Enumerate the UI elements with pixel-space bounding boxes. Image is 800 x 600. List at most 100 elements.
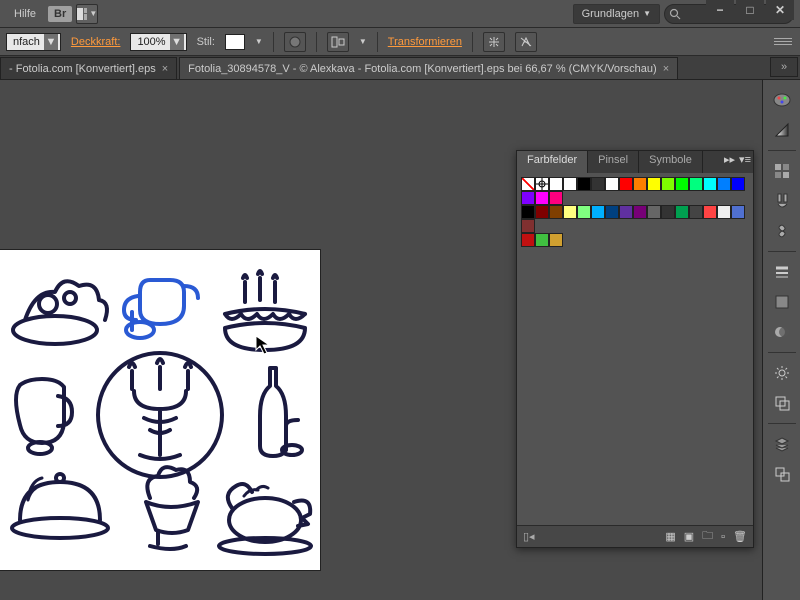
artboards-panel-button[interactable] xyxy=(767,460,797,488)
swatch-options-button[interactable]: ▣ xyxy=(684,530,694,543)
swatch-cell[interactable] xyxy=(549,205,563,219)
tab-brushes[interactable]: Pinsel xyxy=(588,151,639,173)
swatch-cell[interactable] xyxy=(675,177,689,191)
recolor-button[interactable] xyxy=(284,32,306,52)
swatch-cell[interactable] xyxy=(703,177,717,191)
swatch-cell[interactable] xyxy=(689,177,703,191)
swatch-cell[interactable] xyxy=(689,205,703,219)
artboard-icon xyxy=(774,466,790,482)
swatch-cell[interactable] xyxy=(591,205,605,219)
swatch-cell[interactable] xyxy=(549,233,563,247)
swatch-cell[interactable] xyxy=(549,177,563,191)
transform-button[interactable]: Transformieren xyxy=(388,36,462,48)
workspace-label: Grundlagen xyxy=(582,8,640,20)
align-panel-button[interactable] xyxy=(767,359,797,387)
swatch-cell[interactable] xyxy=(535,205,549,219)
align-button[interactable] xyxy=(327,32,349,52)
swatch-cell[interactable] xyxy=(703,205,717,219)
isolate-button[interactable] xyxy=(483,32,505,52)
swatch-cell[interactable] xyxy=(563,205,577,219)
new-group-button[interactable]: 🗀 xyxy=(702,527,713,546)
maximize-button[interactable]: □ xyxy=(736,0,764,20)
swatch-none[interactable] xyxy=(521,177,535,191)
fruit-icon xyxy=(13,281,107,344)
swatch-libraries-button[interactable]: ▯◂ xyxy=(523,530,535,543)
tab-swatches[interactable]: Farbfelder xyxy=(517,151,588,173)
transparency-panel-button[interactable] xyxy=(767,318,797,346)
tab-overflow-button[interactable]: » xyxy=(770,57,798,77)
stroke-panel-button[interactable] xyxy=(767,258,797,286)
swatch-cell[interactable] xyxy=(661,205,675,219)
options-menu-button[interactable] xyxy=(774,33,792,49)
appearance-panel-button[interactable] xyxy=(767,288,797,316)
swatch-cell[interactable] xyxy=(633,177,647,191)
bridge-button[interactable]: Br xyxy=(48,6,72,22)
swatch-cell[interactable] xyxy=(619,177,633,191)
document-tab-bar: - Fotolia.com [Konvertiert].eps × Fotoli… xyxy=(0,56,800,80)
arrange-documents-button[interactable]: ▼ xyxy=(76,4,98,24)
gradient-panel-button[interactable] xyxy=(767,116,797,144)
help-menu[interactable]: Hilfe xyxy=(6,4,44,24)
pathfinder-icon xyxy=(774,395,790,411)
artboard[interactable] xyxy=(0,250,320,570)
swatch-cell[interactable] xyxy=(605,205,619,219)
close-icon[interactable]: × xyxy=(162,63,168,75)
swatch-cell[interactable] xyxy=(535,191,549,205)
edit-clip-button[interactable] xyxy=(515,32,537,52)
opacity-label[interactable]: Deckkraft: xyxy=(71,36,121,48)
pathfinder-panel-button[interactable] xyxy=(767,389,797,417)
delete-swatch-button[interactable]: 🗑 xyxy=(733,530,747,543)
transparency-icon xyxy=(774,324,790,340)
appearance-icon xyxy=(774,294,790,310)
swatch-cell[interactable] xyxy=(717,205,731,219)
panel-menu-button[interactable]: ▾≡ xyxy=(739,153,751,166)
brushes-panel-button[interactable] xyxy=(767,187,797,215)
swatch-cell[interactable] xyxy=(647,177,661,191)
style-swatch[interactable] xyxy=(225,34,245,50)
sun-icon xyxy=(774,365,790,381)
swatch-cell[interactable] xyxy=(731,177,745,191)
swatch-cell[interactable] xyxy=(731,205,745,219)
artwork xyxy=(0,250,320,570)
swatch-cell[interactable] xyxy=(577,177,591,191)
gradient-icon xyxy=(774,122,790,138)
layers-panel-button[interactable] xyxy=(767,430,797,458)
swatch-cell[interactable] xyxy=(675,205,689,219)
swatch-registration[interactable] xyxy=(535,177,549,191)
chevron-down-icon[interactable]: ▼ xyxy=(359,37,367,46)
swatch-cell[interactable] xyxy=(619,205,633,219)
minimize-button[interactable]: − xyxy=(706,0,734,20)
swatch-cell[interactable] xyxy=(549,191,563,205)
document-tab-inactive[interactable]: - Fotolia.com [Konvertiert].eps × xyxy=(0,57,177,79)
show-kinds-button[interactable]: ▦ xyxy=(665,530,675,543)
swatch-cell[interactable] xyxy=(633,205,647,219)
bottle-icon xyxy=(260,368,302,456)
swatch-cell[interactable] xyxy=(521,233,535,247)
swatch-cell[interactable] xyxy=(535,233,549,247)
collapse-icon[interactable]: ▸▸ xyxy=(724,153,735,166)
document-tab-active[interactable]: Fotolia_30894578_V - © Alexkava - Fotoli… xyxy=(179,57,678,79)
swatch-cell[interactable] xyxy=(521,219,535,233)
swatch-cell[interactable] xyxy=(521,191,535,205)
mode-combo[interactable]: nfach▼ xyxy=(6,33,61,51)
grid-icon xyxy=(77,8,87,20)
close-icon[interactable]: × xyxy=(663,63,669,75)
workspace-switcher[interactable]: Grundlagen ▼ xyxy=(573,4,660,24)
swatch-cell[interactable] xyxy=(591,177,605,191)
close-button[interactable]: ✕ xyxy=(766,0,794,20)
opacity-combo[interactable]: 100%▼ xyxy=(130,33,186,51)
chevron-down-icon[interactable]: ▼ xyxy=(255,37,263,46)
swatch-cell[interactable] xyxy=(717,177,731,191)
swatch-cell[interactable] xyxy=(521,205,535,219)
symbols-panel-button[interactable] xyxy=(767,217,797,245)
swatch-cell[interactable] xyxy=(647,205,661,219)
tab-symbols[interactable]: Symbole xyxy=(639,151,703,173)
swatch-cell[interactable] xyxy=(661,177,675,191)
color-panel-button[interactable] xyxy=(767,86,797,114)
new-swatch-button[interactable]: ▫ xyxy=(721,531,725,543)
swatches-panel-button[interactable] xyxy=(767,157,797,185)
swatch-cell[interactable] xyxy=(563,177,577,191)
swatch-cell[interactable] xyxy=(605,177,619,191)
swatch-cell[interactable] xyxy=(577,205,591,219)
chevron-down-icon: ▼ xyxy=(89,9,97,18)
